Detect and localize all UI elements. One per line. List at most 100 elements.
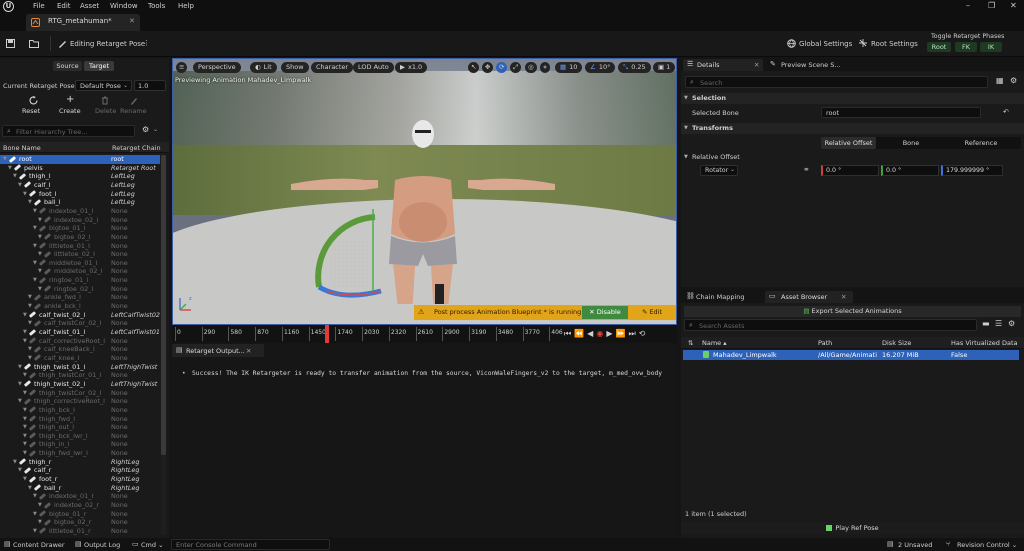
retarget-chain-value[interactable]: None <box>111 224 128 233</box>
retarget-chain-value[interactable]: RightLeg <box>111 458 139 467</box>
rotation-x-field[interactable]: 0.0 ° <box>821 165 879 176</box>
expand-arrow-icon[interactable]: ▼ <box>33 492 37 501</box>
expand-arrow-icon[interactable]: ▼ <box>33 207 37 216</box>
expand-arrow-icon[interactable]: ▼ <box>23 432 27 441</box>
current-pose-dropdown[interactable]: Default Pose ⌄ <box>75 80 132 91</box>
rotation-gizmo[interactable] <box>303 209 413 309</box>
tree-row[interactable]: ▼ foot_l LeftLeg <box>0 190 160 199</box>
expand-arrow-icon[interactable]: ▼ <box>38 267 42 276</box>
rotation-y-field[interactable]: 0.0 ° <box>881 165 939 176</box>
export-animations-button[interactable]: ▤ Export Selected Animations <box>684 306 1021 317</box>
step-forward-icon[interactable]: ⏩ <box>615 329 628 338</box>
retarget-chain-value[interactable]: None <box>111 492 128 501</box>
expand-arrow-icon[interactable]: ▼ <box>33 259 37 268</box>
tree-row[interactable]: ▼ pelvis Retarget Root <box>0 164 160 173</box>
tree-row[interactable]: ▼ middletoe_01_l None <box>0 259 160 268</box>
retarget-chain-value[interactable]: None <box>111 285 128 294</box>
expand-arrow-icon[interactable]: ▼ <box>38 518 42 527</box>
expand-arrow-icon[interactable]: ▼ <box>23 406 27 415</box>
expand-arrow-icon[interactable]: ▼ <box>33 527 37 535</box>
chevron-down-icon[interactable]: ⌄ <box>153 126 158 133</box>
tree-row[interactable]: ▼ ball_r RightLeg <box>0 484 160 493</box>
retarget-chain-value[interactable]: LeftCalfTwist01 <box>111 328 160 337</box>
retarget-chain-value[interactable]: LeftLeg <box>111 190 135 199</box>
coord-space-button[interactable]: ◎ <box>525 62 537 73</box>
tree-row[interactable]: ▼ ankle_bck_l None <box>0 302 160 311</box>
tree-row[interactable]: ▼ bigtoe_01_r None <box>0 510 160 519</box>
expand-arrow-icon[interactable]: ▼ <box>13 458 17 467</box>
chain-mapping-tab[interactable]: ⛓ Chain Mapping <box>683 291 763 303</box>
tree-row[interactable]: ▼ thigh_bck_l None <box>0 406 160 415</box>
retarget-chain-value[interactable]: None <box>111 319 128 328</box>
menu-help[interactable]: Help <box>178 2 194 10</box>
expand-arrow-icon[interactable]: ▼ <box>8 164 12 173</box>
bone-tab[interactable]: Bone <box>881 137 941 149</box>
expand-arrow-icon[interactable]: ▼ <box>33 276 37 285</box>
rename-pose-button[interactable]: Rename <box>120 96 148 116</box>
retarget-chain-value[interactable]: None <box>111 293 128 302</box>
tab-target[interactable]: Target <box>84 61 114 71</box>
hierarchy-scrollbar[interactable] <box>161 155 166 535</box>
expand-arrow-icon[interactable]: ▼ <box>38 285 42 294</box>
retarget-chain-value[interactable]: None <box>111 518 128 527</box>
revision-control-button[interactable]: Revision Control ⌄ <box>957 541 1017 549</box>
retarget-chain-value[interactable]: None <box>111 440 128 449</box>
menu-edit[interactable]: Edit <box>57 2 71 10</box>
expand-arrow-icon[interactable]: ▼ <box>18 466 22 475</box>
expand-arrow-icon[interactable]: ▼ <box>23 389 27 398</box>
path-column-header[interactable]: Path <box>818 339 832 347</box>
details-tab[interactable]: ☰ Details ✕ <box>683 59 763 71</box>
content-drawer-button[interactable]: Content Drawer <box>13 541 65 549</box>
output-log-button[interactable]: Output Log <box>84 541 120 549</box>
tree-row[interactable]: ▼ ankle_fwd_l None <box>0 293 160 302</box>
retarget-chain-value[interactable]: LeftThighTwist <box>111 380 157 389</box>
tree-row[interactable]: ▼ indextoe_01_r None <box>0 492 160 501</box>
tree-row[interactable]: ▼ root root <box>0 155 160 164</box>
retarget-chain-value[interactable]: LeftCalfTwist02 <box>111 311 160 320</box>
expand-arrow-icon[interactable]: ▼ <box>28 484 32 493</box>
phase-root-toggle[interactable]: Root <box>927 42 951 52</box>
tree-row[interactable]: ▼ ringtoe_02_l None <box>0 285 160 294</box>
retarget-chain-value[interactable]: RightLeg <box>111 484 139 493</box>
tree-row[interactable]: ▼ indextoe_02_r None <box>0 501 160 510</box>
tree-row[interactable]: ▼ littletoe_02_l None <box>0 250 160 259</box>
rotation-z-field[interactable]: 179.999999 ° <box>941 165 1003 176</box>
tree-row[interactable]: ▼ foot_r RightLeg <box>0 475 160 484</box>
expand-arrow-icon[interactable]: ▼ <box>23 449 27 458</box>
retarget-chain-value[interactable]: Retarget Root <box>111 164 156 173</box>
grid-snap-button[interactable]: ▦ 10 <box>555 62 583 73</box>
menu-asset[interactable]: Asset <box>80 2 99 10</box>
selected-bone-field[interactable]: root <box>821 107 981 118</box>
record-icon[interactable]: ◉ <box>596 329 606 338</box>
minimize-icon[interactable]: – <box>966 1 970 10</box>
retarget-chain-column[interactable]: Retarget Chain <box>112 144 161 152</box>
menu-tools[interactable]: Tools <box>148 2 165 10</box>
tree-row[interactable]: ▼ calf_twist_02_l LeftCalfTwist02 <box>0 311 160 320</box>
expand-arrow-icon[interactable]: ▼ <box>38 250 42 259</box>
rotator-dropdown[interactable]: Rotator ⌄ <box>700 165 738 176</box>
retarget-chain-value[interactable]: None <box>111 216 128 225</box>
tree-row[interactable]: ▼ calf_twist_01_l LeftCalfTwist01 <box>0 328 160 337</box>
expand-arrow-icon[interactable]: ▼ <box>3 155 7 164</box>
expand-arrow-icon[interactable]: ▼ <box>23 415 27 424</box>
phase-ik-toggle[interactable]: IK <box>980 42 1002 52</box>
tree-row[interactable]: ▼ calf_twistCor_02_l None <box>0 319 160 328</box>
step-back-icon[interactable]: ⏪ <box>574 329 587 338</box>
disable-button[interactable]: ✕ Disable <box>582 306 628 319</box>
retarget-chain-value[interactable]: None <box>111 302 128 311</box>
asset-table-row[interactable]: Mahadev_Limpwalk /All/Game/Animati 16.20… <box>683 350 1019 360</box>
retarget-chain-value[interactable]: None <box>111 389 128 398</box>
play-ref-pose-button[interactable]: Play Ref Pose <box>681 522 1024 534</box>
expand-arrow-icon[interactable]: ▼ <box>18 397 22 406</box>
details-table-icon[interactable]: ▦ <box>996 76 1004 85</box>
document-tab[interactable]: RTG_metahuman* ✕ <box>26 14 140 31</box>
root-settings-button[interactable]: Root Settings <box>871 40 918 48</box>
tree-row[interactable]: ▼ bigtoe_02_l None <box>0 233 160 242</box>
expand-arrow-icon[interactable]: ▼ <box>23 371 27 380</box>
transforms-section-header[interactable]: Transforms <box>681 123 1024 134</box>
retarget-chain-value[interactable]: None <box>111 259 128 268</box>
close-window-icon[interactable]: ✕ <box>1010 1 1017 10</box>
retarget-chain-value[interactable]: None <box>111 276 128 285</box>
surface-snap-button[interactable]: ⋄ <box>540 62 551 73</box>
preview-viewport[interactable]: ≡ Perspective ◐ Lit Show Character LOD Au… <box>172 58 677 325</box>
